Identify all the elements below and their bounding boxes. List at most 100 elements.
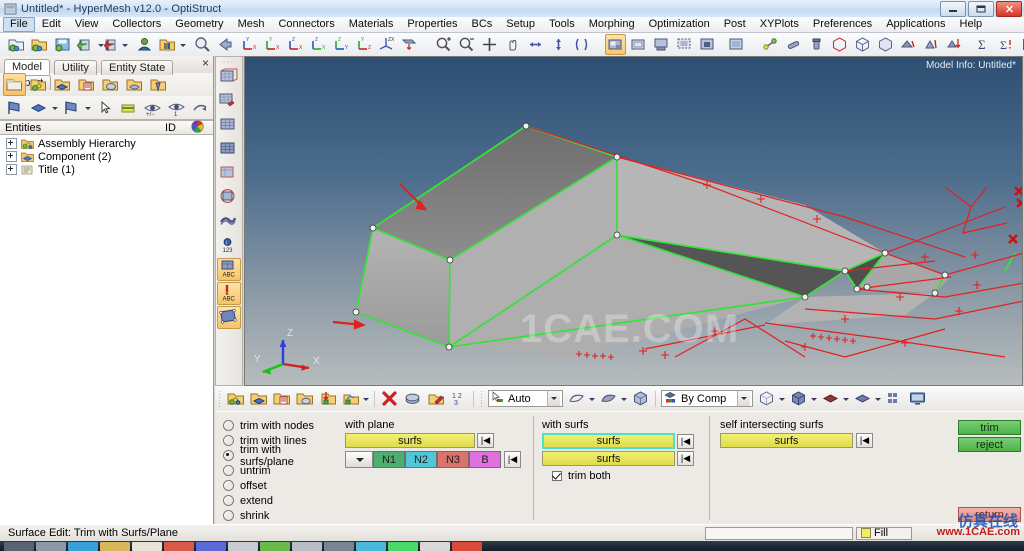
surface-pick-icon[interactable] [566,388,587,409]
shaded-surf-icon[interactable] [852,388,873,409]
maximize-button[interactable] [968,1,994,17]
component-icon[interactable] [51,73,74,96]
radio-icon[interactable] [223,495,234,506]
with-plane-surfs-field[interactable]: surfs [345,433,475,448]
show-one-icon[interactable]: 1 [165,96,188,119]
previous-view-icon[interactable] [215,34,236,55]
taskbar-item-2[interactable] [68,541,98,551]
taskbar-item-14[interactable] [452,541,482,551]
menu-help[interactable]: Help [953,17,990,32]
wireframe-icon[interactable] [628,34,649,55]
display-points-icon[interactable] [921,34,942,55]
radio-extend[interactable]: extend [223,493,337,508]
material-collector-icon[interactable] [294,388,315,409]
label-elements-icon[interactable]: ABC [217,258,241,281]
taskbar-start-icon[interactable] [4,541,34,551]
label-nodes-icon[interactable]: ABC [217,282,241,305]
geom-solid-icon[interactable] [217,162,241,185]
load-collector-icon[interactable] [147,73,170,96]
rotate-left-right-icon[interactable] [525,34,546,55]
geom-surfaces-icon[interactable] [217,66,241,89]
surfaces-icon[interactable] [402,388,423,409]
hidden-line-icon[interactable] [651,34,672,55]
geometry-display-icon[interactable] [820,388,841,409]
with-surfs-field-1[interactable]: surfs [542,433,675,449]
view-yz-icon[interactable]: YZ [353,34,374,55]
menu-file[interactable]: File [3,17,35,32]
expander-icon[interactable] [6,151,17,162]
shaded-surf-dropdown-icon[interactable] [874,389,882,408]
color-mode-dropdown[interactable]: By Comp [661,390,753,407]
property-icon[interactable] [75,73,98,96]
solid-pick-icon[interactable] [598,388,619,409]
open-model-icon[interactable] [29,34,50,55]
delete-icon[interactable] [379,388,400,409]
import-geometry-icon[interactable] [317,388,338,409]
menu-optimization[interactable]: Optimization [642,17,717,32]
user-profile-icon[interactable] [134,34,155,55]
taskbar-item-3[interactable] [100,541,130,551]
reverse-icon[interactable] [189,96,212,119]
menu-properties[interactable]: Properties [400,17,464,32]
new-model-icon[interactable] [6,34,27,55]
shaded-geometry-icon[interactable] [605,34,626,55]
radio-icon[interactable] [223,480,234,491]
view-yx-icon[interactable]: YX [261,34,282,55]
menu-edit[interactable]: Edit [35,17,68,32]
plane-nodes-rewind-button[interactable]: |◀ [504,451,521,468]
menu-mesh[interactable]: Mesh [231,17,272,32]
taskbar-item-4[interactable] [132,541,162,551]
reject-button[interactable]: reject [958,437,1021,452]
menu-setup[interactable]: Setup [499,17,542,32]
entity-tree[interactable]: Assembly Hierarchy Component (2) Title (… [0,135,213,533]
load-userprofile-icon[interactable] [157,34,178,55]
surface-pick-dropdown-icon[interactable] [588,389,596,408]
feature-lines-icon[interactable] [726,34,747,55]
menu-connectors[interactable]: Connectors [271,17,341,32]
taskbar-item-7[interactable] [228,541,258,551]
show-hide-icon[interactable]: +/− [141,96,164,119]
geom-mesh-icon[interactable] [217,114,241,137]
geo-toolbar-grip-2[interactable] [480,390,484,407]
radio-trim-with-nodes[interactable]: trim with nodes [223,418,337,433]
taskbar-item-13[interactable] [420,541,450,551]
component-display-icon[interactable] [27,96,50,119]
taskbar-item-1[interactable] [36,541,66,551]
radio-icon[interactable] [223,450,234,461]
menu-xyplots[interactable]: XYPlots [753,17,806,32]
node-b-button[interactable]: B [469,451,501,468]
color-wheel-icon[interactable] [191,119,213,136]
wireframe-dropdown-icon[interactable] [778,389,786,408]
summary-icon[interactable]: Σ [973,34,994,55]
fill-indicator[interactable]: Fill [856,526,912,540]
chevron-down-icon[interactable] [737,391,750,406]
fit-view-icon[interactable] [192,34,213,55]
color-icon[interactable] [117,96,140,119]
group-icon[interactable] [123,73,146,96]
tree-item-assembly-hierarchy[interactable]: Assembly Hierarchy [0,137,213,150]
box-pick-icon[interactable] [630,388,651,409]
menu-preferences[interactable]: Preferences [806,17,879,32]
solid-pick-dropdown-icon[interactable] [620,389,628,408]
radio-trim-with-surfs-plane[interactable]: trim with surfs/plane [223,444,337,468]
side-toolbar-grip[interactable] [222,60,236,64]
self-intersecting-field[interactable]: surfs [720,433,853,448]
shaded-display-icon[interactable] [788,388,809,409]
screen-capture-icon[interactable] [907,388,928,409]
view-zy-icon[interactable]: ZY [330,34,351,55]
menu-bcs[interactable]: BCs [465,17,500,32]
flag-icon[interactable] [3,96,26,119]
zoom-in-icon[interactable] [433,34,454,55]
geom-circle-icon[interactable] [217,186,241,209]
display-lines-icon[interactable] [898,34,919,55]
menu-tools[interactable]: Tools [542,17,582,32]
geom-surfaces-edit-icon[interactable] [217,90,241,113]
radio-icon[interactable] [223,435,234,446]
mask-surface-icon[interactable] [217,306,241,329]
with-surfs-rewind-2[interactable]: |◀ [677,451,694,466]
menu-applications[interactable]: Applications [879,17,952,32]
close-panel-icon[interactable]: × [202,57,209,69]
expander-icon[interactable] [6,164,17,175]
node-n2-button[interactable]: N2 [405,451,437,468]
with-surfs-field-2[interactable]: surfs [542,451,675,466]
